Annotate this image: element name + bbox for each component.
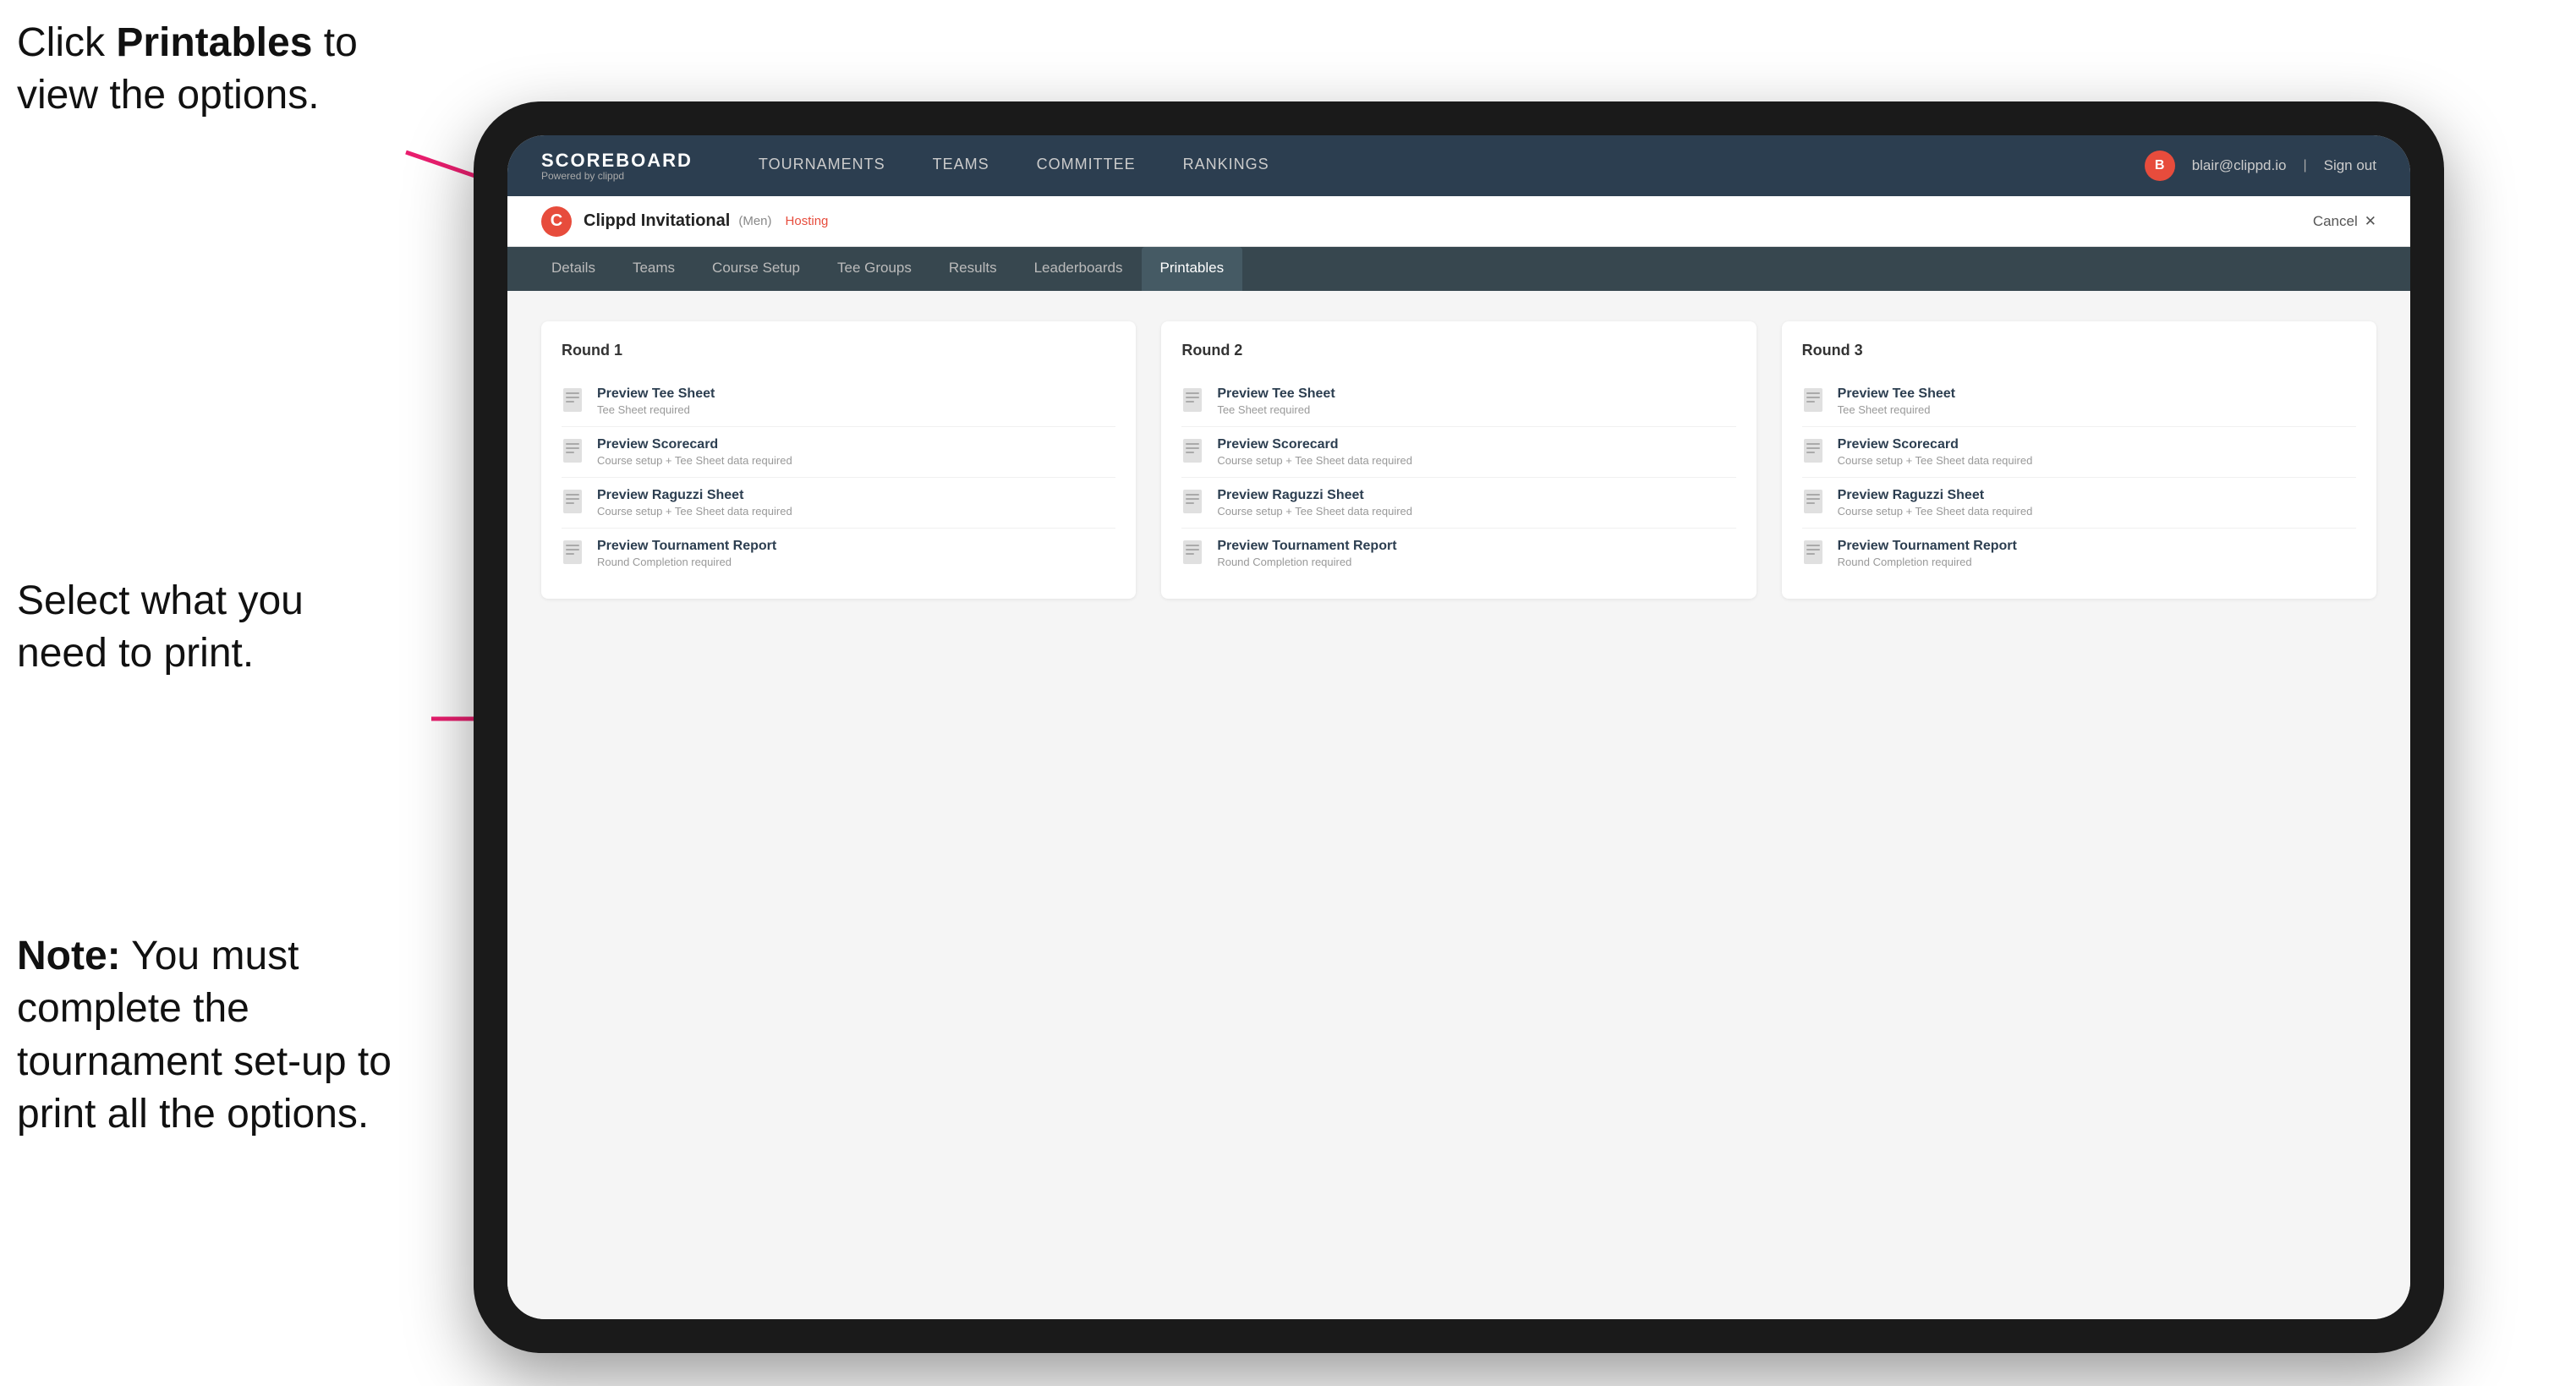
main-content: Round 1 Preview Tee Sheet bbox=[507, 291, 2410, 1319]
round1-report[interactable]: Preview Tournament Report Round Completi… bbox=[562, 529, 1115, 578]
top-nav-right: B blair@clippd.io | Sign out bbox=[2145, 151, 2376, 181]
round1-scorecard[interactable]: Preview Scorecard Course setup + Tee She… bbox=[562, 427, 1115, 478]
r1-scorecard-sub: Course setup + Tee Sheet data required bbox=[597, 454, 792, 467]
r2-tee-sub: Tee Sheet required bbox=[1217, 403, 1335, 416]
r3-scorecard-icon bbox=[1802, 439, 1826, 466]
top-nav-items: TOURNAMENTS TEAMS COMMITTEE RANKINGS bbox=[735, 135, 2145, 196]
nav-tournaments[interactable]: TOURNAMENTS bbox=[735, 135, 909, 196]
r3-tee-sub: Tee Sheet required bbox=[1838, 403, 1955, 416]
nav-teams[interactable]: TEAMS bbox=[909, 135, 1013, 196]
tab-results[interactable]: Results bbox=[930, 247, 1016, 291]
report-icon bbox=[562, 540, 585, 567]
r1-report-title: Preview Tournament Report bbox=[597, 539, 776, 554]
r2-raguzzi-icon bbox=[1181, 490, 1205, 517]
r1-scorecard-title: Preview Scorecard bbox=[597, 437, 792, 452]
nav-rankings[interactable]: RANKINGS bbox=[1159, 135, 1293, 196]
r1-report-sub: Round Completion required bbox=[597, 556, 776, 568]
r3-raguzzi-sub: Course setup + Tee Sheet data required bbox=[1838, 505, 2033, 518]
round-2-title: Round 2 bbox=[1181, 342, 1735, 359]
round-3-title: Round 3 bbox=[1802, 342, 2356, 359]
round3-tee-sheet[interactable]: Preview Tee Sheet Tee Sheet required bbox=[1802, 376, 2356, 427]
r2-tee-icon bbox=[1181, 388, 1205, 415]
r2-raguzzi-title: Preview Raguzzi Sheet bbox=[1217, 488, 1412, 503]
r3-scorecard-title: Preview Scorecard bbox=[1838, 437, 2033, 452]
raguzzi-icon bbox=[562, 490, 585, 517]
annotation-top: Click Printables to view the options. bbox=[17, 17, 372, 123]
tournament-logo: C bbox=[541, 206, 572, 237]
r3-raguzzi-title: Preview Raguzzi Sheet bbox=[1838, 488, 2033, 503]
rounds-grid: Round 1 Preview Tee Sheet bbox=[541, 321, 2376, 599]
r1-raguzzi-sub: Course setup + Tee Sheet data required bbox=[597, 505, 792, 518]
r3-raguzzi-icon bbox=[1802, 490, 1826, 517]
user-avatar: B bbox=[2145, 151, 2175, 181]
r2-report-sub: Round Completion required bbox=[1217, 556, 1396, 568]
top-nav: SCOREBOARD Powered by clippd TOURNAMENTS… bbox=[507, 135, 2410, 196]
tab-teams[interactable]: Teams bbox=[614, 247, 693, 291]
round1-raguzzi[interactable]: Preview Raguzzi Sheet Course setup + Tee… bbox=[562, 478, 1115, 529]
r3-report-icon bbox=[1802, 540, 1826, 567]
round3-scorecard[interactable]: Preview Scorecard Course setup + Tee She… bbox=[1802, 427, 2356, 478]
cancel-button[interactable]: Cancel ✕ bbox=[2313, 213, 2376, 230]
round-1-column: Round 1 Preview Tee Sheet bbox=[541, 321, 1136, 599]
annotation-middle: Select what you need to print. bbox=[17, 575, 372, 681]
tournament-status: Hosting bbox=[786, 214, 829, 228]
round3-report[interactable]: Preview Tournament Report Round Completi… bbox=[1802, 529, 2356, 578]
round2-raguzzi[interactable]: Preview Raguzzi Sheet Course setup + Tee… bbox=[1181, 478, 1735, 529]
tee-sheet-icon bbox=[562, 388, 585, 415]
tab-tee-groups[interactable]: Tee Groups bbox=[819, 247, 930, 291]
r2-report-title: Preview Tournament Report bbox=[1217, 539, 1396, 554]
round-3-column: Round 3 Preview Tee Sheet bbox=[1782, 321, 2376, 599]
user-email: blair@clippd.io bbox=[2192, 157, 2287, 174]
round2-report[interactable]: Preview Tournament Report Round Completi… bbox=[1181, 529, 1735, 578]
r2-scorecard-sub: Course setup + Tee Sheet data required bbox=[1217, 454, 1412, 467]
tablet-screen: SCOREBOARD Powered by clippd TOURNAMENTS… bbox=[507, 135, 2410, 1319]
tab-details[interactable]: Details bbox=[533, 247, 614, 291]
r1-raguzzi-title: Preview Raguzzi Sheet bbox=[597, 488, 792, 503]
r3-report-sub: Round Completion required bbox=[1838, 556, 2017, 568]
tab-course-setup[interactable]: Course Setup bbox=[693, 247, 819, 291]
r2-raguzzi-sub: Course setup + Tee Sheet data required bbox=[1217, 505, 1412, 518]
r2-scorecard-title: Preview Scorecard bbox=[1217, 437, 1412, 452]
round-2-column: Round 2 Preview Tee Sheet bbox=[1161, 321, 1756, 599]
printables-bold: Printables bbox=[116, 20, 312, 65]
r2-report-icon bbox=[1181, 540, 1205, 567]
r2-tee-title: Preview Tee Sheet bbox=[1217, 386, 1335, 402]
brand-title: SCOREBOARD bbox=[541, 150, 693, 172]
round3-raguzzi[interactable]: Preview Raguzzi Sheet Course setup + Tee… bbox=[1802, 478, 2356, 529]
sub-header: C Clippd Invitational (Men) Hosting Canc… bbox=[507, 196, 2410, 247]
r3-tee-title: Preview Tee Sheet bbox=[1838, 386, 1955, 402]
tab-bar: Details Teams Course Setup Tee Groups Re… bbox=[507, 247, 2410, 291]
round2-tee-sheet[interactable]: Preview Tee Sheet Tee Sheet required bbox=[1181, 376, 1735, 427]
r2-scorecard-icon bbox=[1181, 439, 1205, 466]
note-bold: Note: bbox=[17, 934, 121, 978]
r3-report-title: Preview Tournament Report bbox=[1838, 539, 2017, 554]
round-1-title: Round 1 bbox=[562, 342, 1115, 359]
nav-committee[interactable]: COMMITTEE bbox=[1013, 135, 1159, 196]
r1-tee-title: Preview Tee Sheet bbox=[597, 386, 715, 402]
tab-printables[interactable]: Printables bbox=[1142, 247, 1243, 291]
r3-scorecard-sub: Course setup + Tee Sheet data required bbox=[1838, 454, 2033, 467]
tournament-name: Clippd Invitational bbox=[584, 211, 730, 231]
tournament-type: (Men) bbox=[738, 214, 771, 228]
r1-tee-sub: Tee Sheet required bbox=[597, 403, 715, 416]
brand-sub: Powered by clippd bbox=[541, 170, 693, 182]
round1-tee-sheet[interactable]: Preview Tee Sheet Tee Sheet required bbox=[562, 376, 1115, 427]
scorecard-icon bbox=[562, 439, 585, 466]
round2-scorecard[interactable]: Preview Scorecard Course setup + Tee She… bbox=[1181, 427, 1735, 478]
r3-tee-icon bbox=[1802, 388, 1826, 415]
cancel-x-icon: ✕ bbox=[2365, 213, 2376, 230]
annotation-bottom: Note: You must complete the tournament s… bbox=[17, 930, 423, 1142]
brand: SCOREBOARD Powered by clippd bbox=[541, 150, 693, 182]
tab-leaderboards[interactable]: Leaderboards bbox=[1016, 247, 1142, 291]
tablet-device: SCOREBOARD Powered by clippd TOURNAMENTS… bbox=[474, 101, 2444, 1353]
sign-out-link[interactable]: Sign out bbox=[2324, 157, 2376, 174]
